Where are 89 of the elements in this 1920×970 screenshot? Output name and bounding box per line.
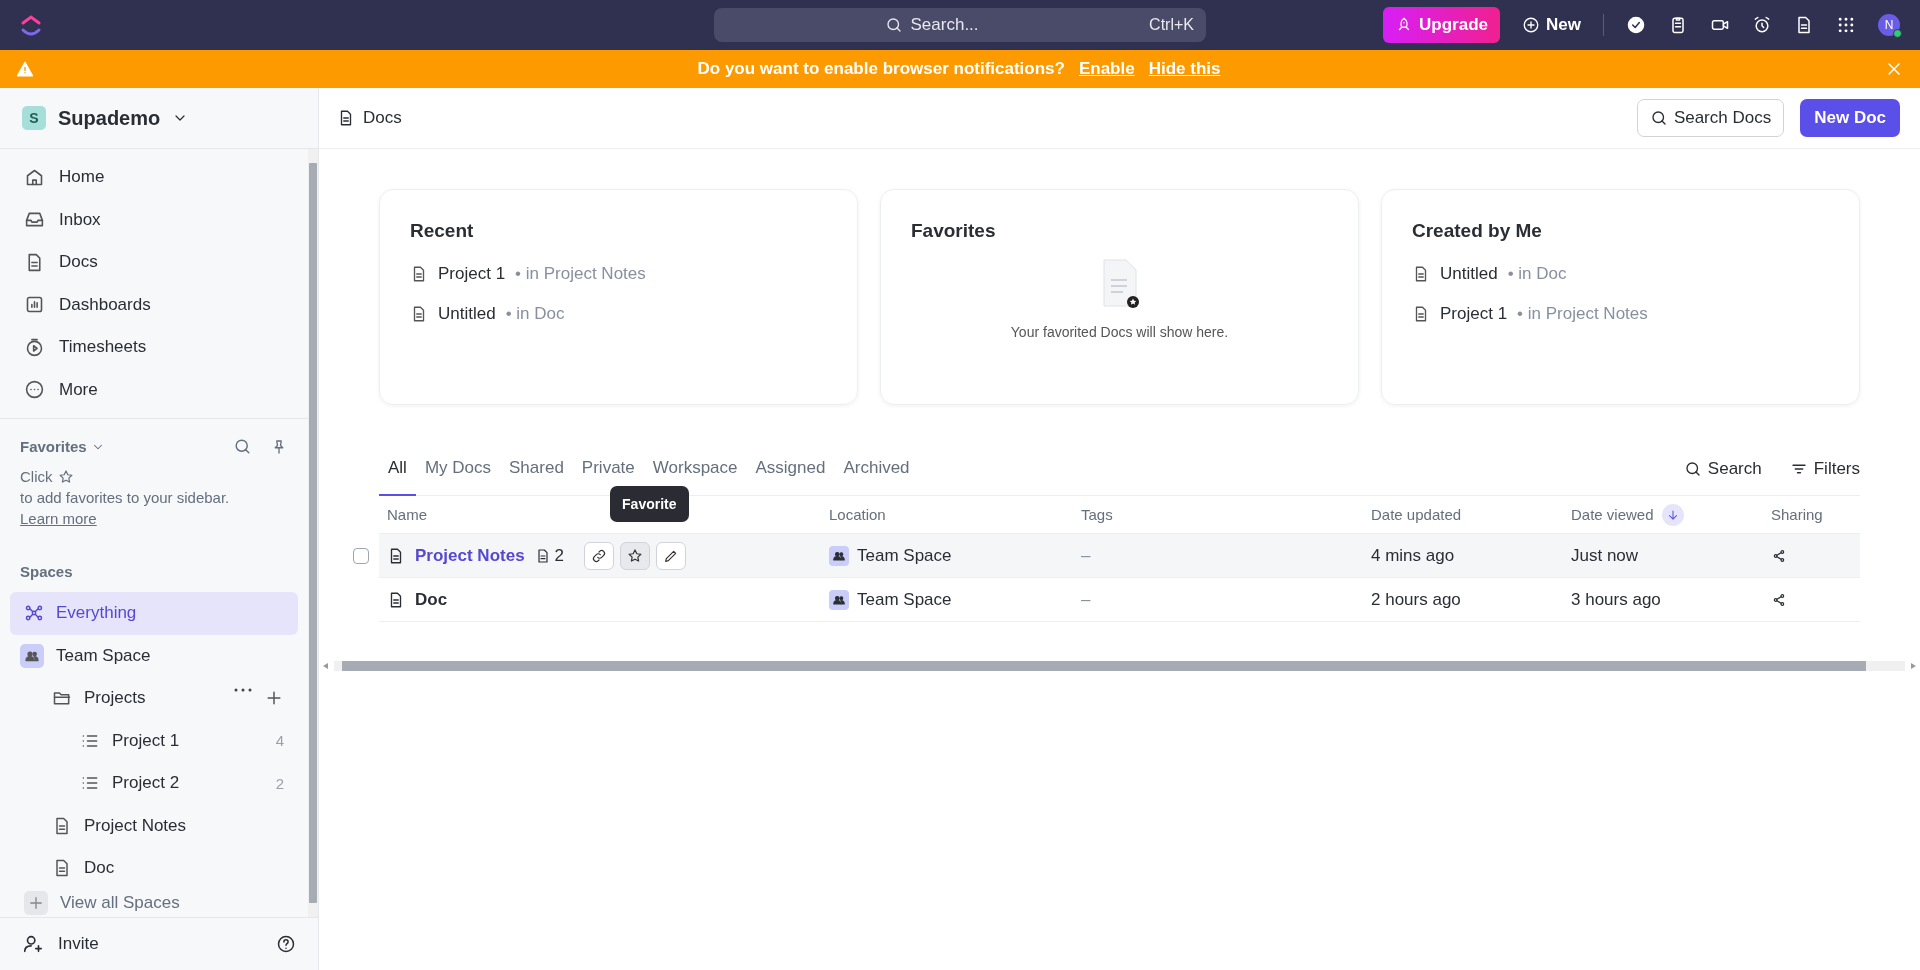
star-icon bbox=[57, 468, 74, 485]
sidebar-item[interactable]: Project 2 2 bbox=[10, 762, 298, 805]
nav-item[interactable]: Timesheets bbox=[10, 326, 298, 369]
view-all-spaces-item[interactable]: View all Spaces bbox=[10, 889, 298, 917]
user-avatar[interactable]: N bbox=[1878, 14, 1900, 36]
doc-link[interactable]: Project 1 • in Project Notes bbox=[1412, 294, 1829, 334]
column-header[interactable]: Date updated bbox=[1371, 506, 1462, 523]
table-cell: – bbox=[1081, 545, 1091, 565]
doc-name[interactable]: Project Notes bbox=[415, 545, 525, 566]
filters-button[interactable]: Filters bbox=[1789, 459, 1860, 479]
add-user-icon bbox=[22, 933, 44, 955]
workspace-name[interactable]: Supademo bbox=[58, 106, 161, 130]
apps-grid-icon bbox=[1836, 15, 1856, 35]
new-button[interactable]: New bbox=[1522, 15, 1581, 35]
banner-message: Do you want to enable browser notifications? bbox=[697, 59, 1065, 79]
stopwatch-icon bbox=[24, 336, 45, 358]
favorite-button[interactable] bbox=[620, 541, 651, 570]
search-button[interactable]: Search bbox=[1683, 459, 1762, 479]
alarm-clock-icon bbox=[1752, 15, 1772, 35]
check-circle-icon bbox=[1626, 15, 1646, 35]
search-docs-button[interactable]: Search Docs bbox=[1636, 99, 1785, 137]
card-title: Created by Me bbox=[1412, 220, 1543, 242]
search-icon bbox=[233, 437, 252, 456]
share-icon bbox=[1771, 547, 1787, 564]
section-title: Spaces bbox=[19, 562, 74, 582]
invite-item[interactable]: Invite bbox=[22, 933, 99, 955]
scroll-right-icon[interactable] bbox=[1911, 663, 1916, 669]
column-header[interactable]: Date viewed bbox=[1571, 506, 1654, 523]
search-icon bbox=[1649, 109, 1668, 127]
doc-link[interactable]: Project 1 • in Project Notes bbox=[410, 254, 827, 294]
warning-icon bbox=[16, 60, 34, 78]
learn-more-link[interactable]: Learn more bbox=[20, 508, 97, 529]
workspace-avatar: S bbox=[22, 106, 46, 130]
sidebar-item[interactable]: Doc bbox=[10, 847, 298, 890]
table-cell: 4 mins ago bbox=[1371, 545, 1455, 565]
breadcrumb[interactable]: Docs bbox=[363, 108, 402, 128]
table-cell: – bbox=[1081, 589, 1091, 609]
column-header[interactable]: Name bbox=[387, 506, 427, 523]
table-cell: Team Space bbox=[857, 589, 952, 610]
sidebar-item[interactable]: Team Space bbox=[10, 634, 298, 677]
nav-item[interactable]: Docs bbox=[10, 241, 298, 284]
horizontal-scrollbar-thumb[interactable] bbox=[342, 661, 1866, 671]
empty-state-text: Your favorited Docs will show here. bbox=[1010, 324, 1229, 340]
tooltip: Favorite bbox=[610, 485, 689, 522]
scroll-left-icon[interactable] bbox=[323, 663, 328, 669]
nav-item[interactable]: Inbox bbox=[10, 198, 298, 241]
rename-button[interactable] bbox=[656, 541, 687, 570]
section-title[interactable]: Favorites bbox=[20, 438, 87, 455]
doc-name[interactable]: Doc bbox=[415, 589, 448, 610]
column-header[interactable]: Location bbox=[829, 506, 886, 523]
sort-button[interactable] bbox=[1661, 503, 1684, 526]
sidebar-item[interactable]: Everything bbox=[10, 592, 298, 635]
sidebar-item[interactable]: Projects bbox=[10, 677, 298, 720]
more-icon[interactable] bbox=[234, 688, 252, 693]
star-icon bbox=[627, 547, 644, 564]
card-title: Recent bbox=[410, 220, 475, 242]
upgrade-button[interactable]: Upgrade bbox=[1383, 7, 1501, 43]
table-cell: 2 hours ago bbox=[1371, 589, 1461, 609]
table-cell: 3 hours ago bbox=[1571, 589, 1661, 609]
column-header[interactable]: Sharing bbox=[1771, 506, 1823, 523]
help-icon bbox=[276, 934, 296, 954]
app-logo[interactable] bbox=[20, 13, 42, 37]
search-icon bbox=[884, 16, 903, 34]
sidebar-item[interactable]: Project Notes bbox=[10, 804, 298, 847]
hint-text: to add favorites to your sidebar. bbox=[20, 488, 230, 508]
nav-item[interactable]: Dashboards bbox=[10, 283, 298, 326]
nav-item[interactable]: Home bbox=[10, 156, 298, 199]
sidebar-item[interactable]: Project 1 4 bbox=[10, 719, 298, 762]
filter-tab[interactable]: All bbox=[379, 458, 416, 496]
table-cell: Just now bbox=[1571, 545, 1639, 565]
link-icon bbox=[591, 547, 608, 564]
more-icon bbox=[24, 379, 45, 401]
copy-link-button[interactable] bbox=[584, 541, 615, 570]
table-cell: Team Space bbox=[857, 545, 952, 566]
row-checkbox[interactable] bbox=[353, 547, 369, 564]
table-row[interactable]: Doc Team Space – 2 hours ago 3 hours ago bbox=[379, 578, 1860, 622]
plus-circle-icon bbox=[1522, 16, 1541, 34]
new-doc-button[interactable]: New Doc bbox=[1800, 99, 1900, 137]
card-title: Favorites bbox=[911, 220, 997, 242]
doc-link[interactable]: Untitled • in Doc bbox=[1412, 254, 1829, 294]
global-search-field[interactable]: Search... Ctrl+K bbox=[714, 8, 1206, 42]
hint-text: Click bbox=[20, 467, 53, 487]
doc-link[interactable]: Untitled • in Doc bbox=[410, 294, 827, 334]
page-count: 2 bbox=[554, 545, 565, 566]
search-icon bbox=[1683, 460, 1702, 478]
nav-item[interactable]: More bbox=[10, 368, 298, 411]
share-icon bbox=[1771, 591, 1787, 608]
scrollbar-thumb[interactable] bbox=[309, 163, 317, 903]
column-header[interactable]: Tags bbox=[1081, 506, 1113, 523]
